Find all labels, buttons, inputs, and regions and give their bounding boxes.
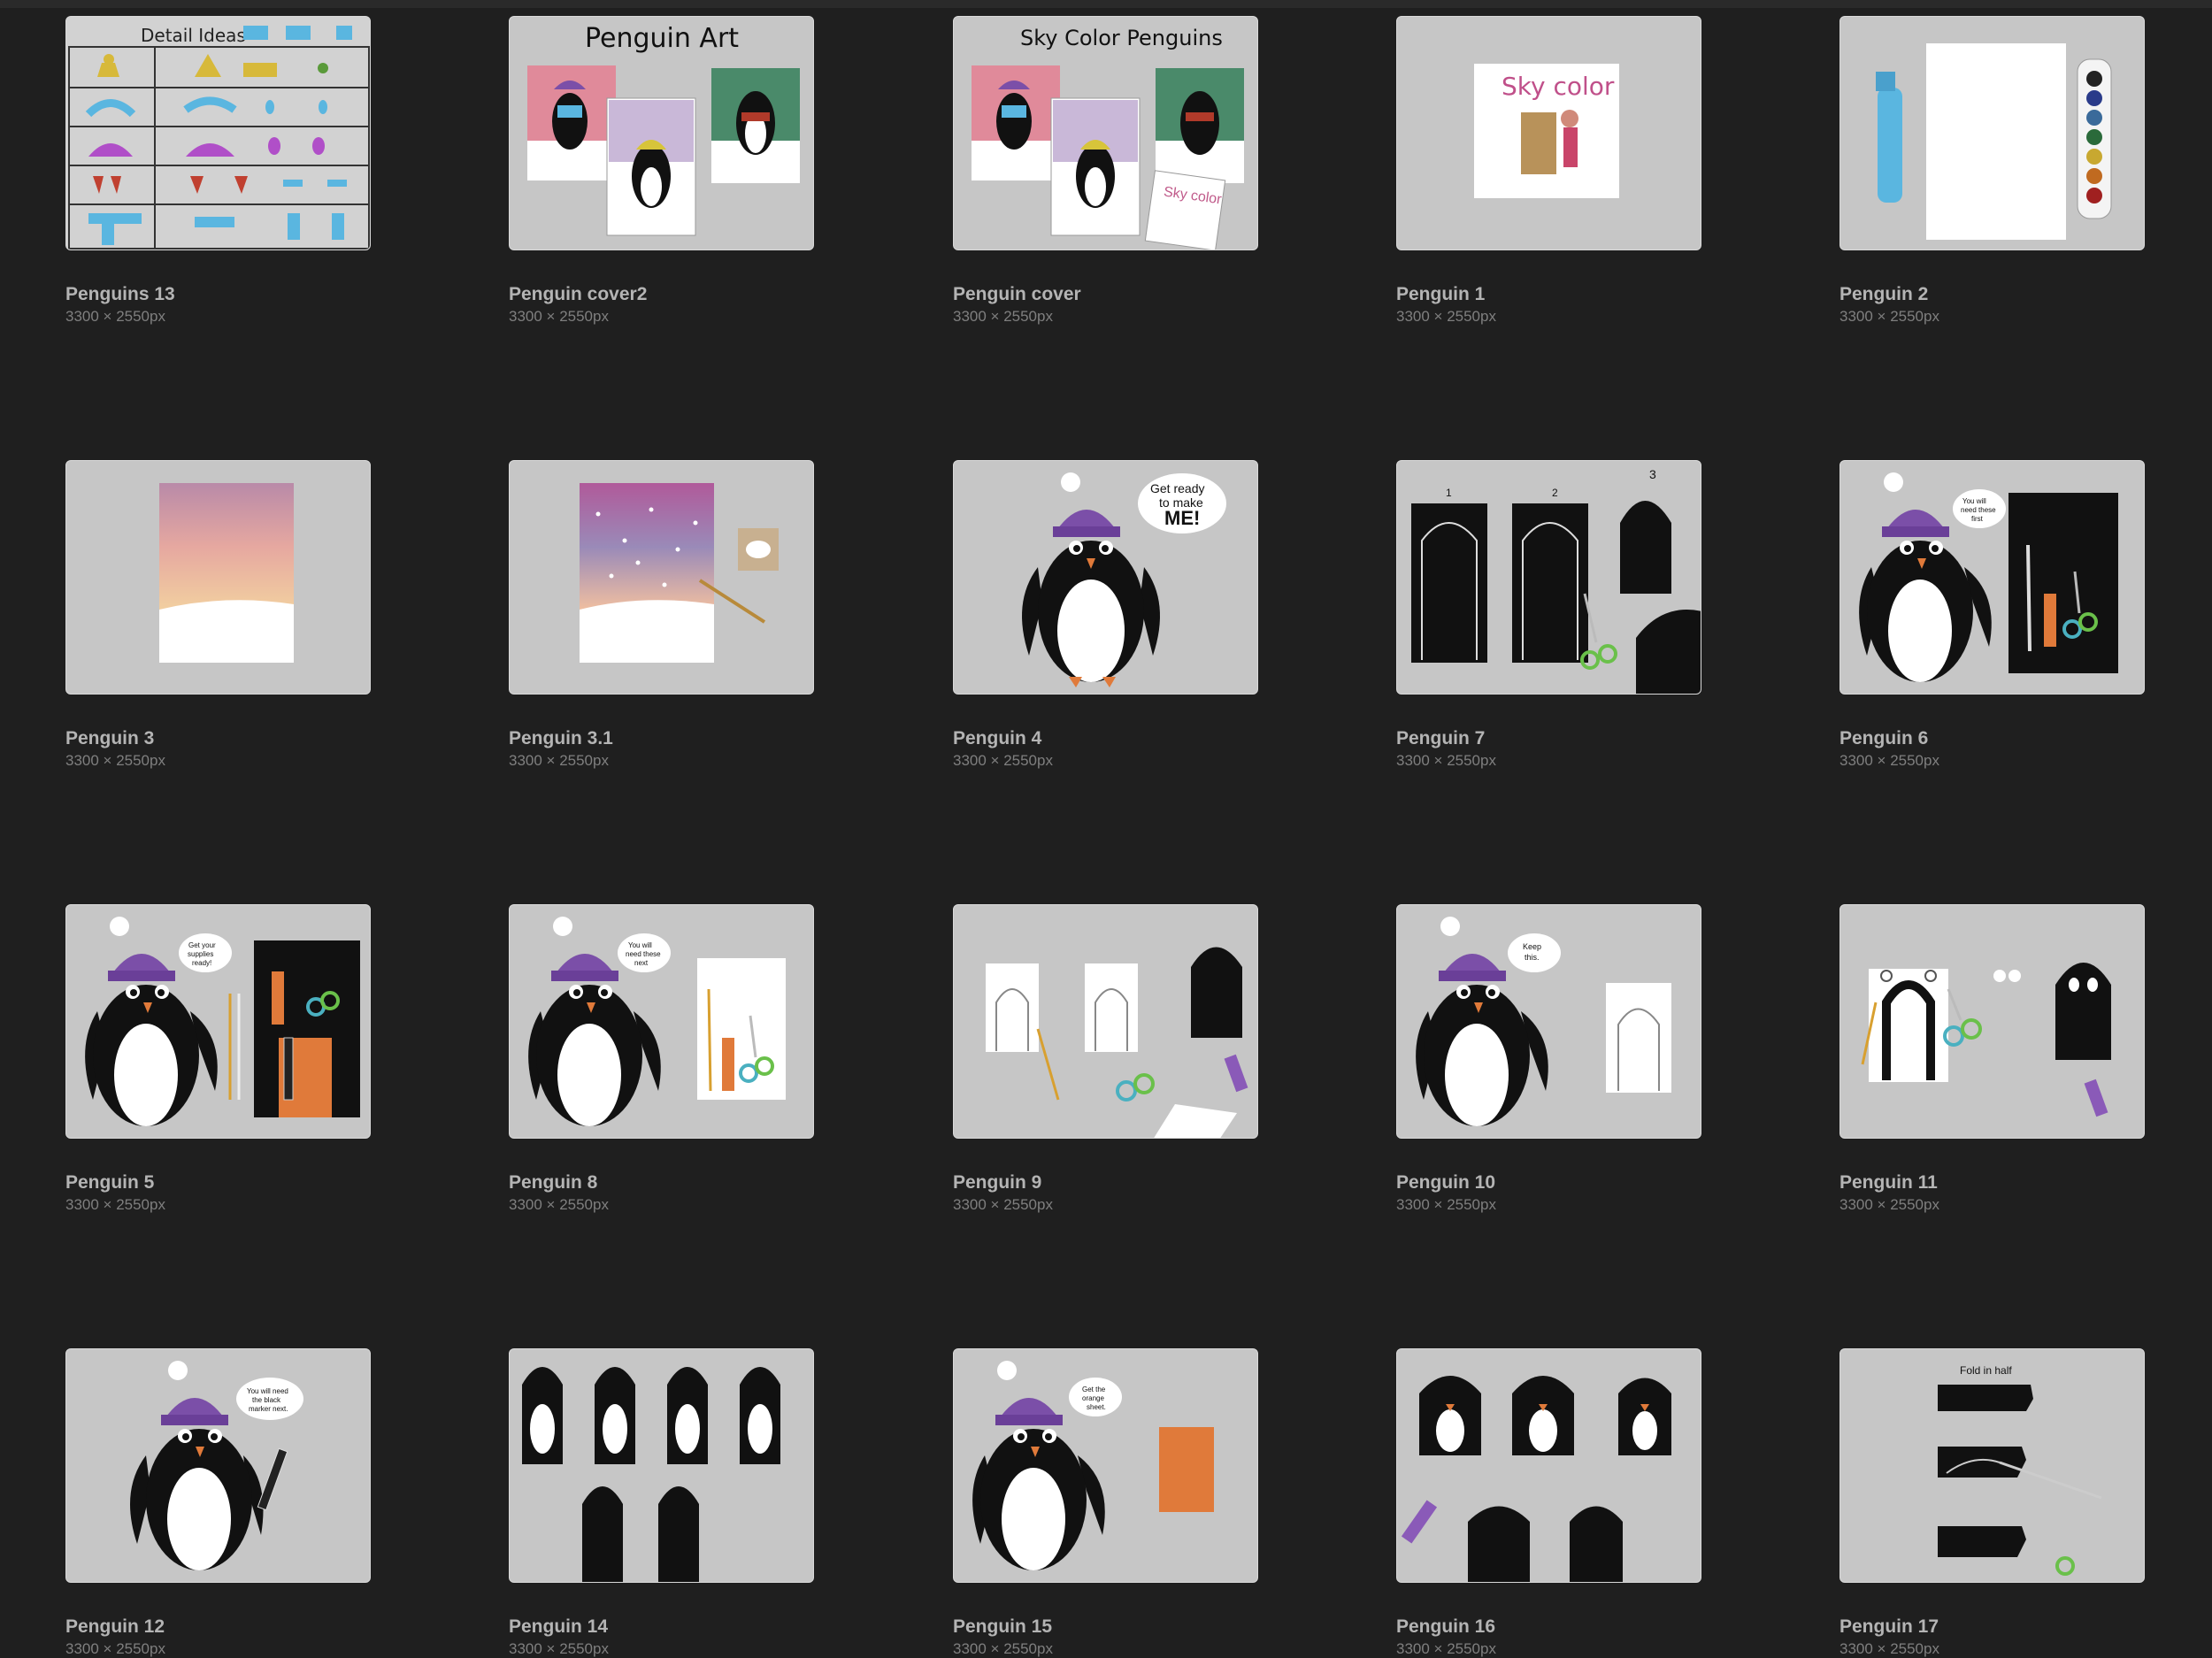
bubble-line: sheet. xyxy=(1087,1403,1106,1411)
thumbnail[interactable]: You will need the black marker next. xyxy=(65,1348,371,1583)
thumb-title: Detail Ideas xyxy=(141,25,246,46)
bubble-line: need these xyxy=(626,950,661,958)
bubble-line: marker next. xyxy=(249,1405,288,1413)
thumbnail[interactable]: Detail Ideas xyxy=(65,16,371,250)
bubble-line: ME! xyxy=(1164,507,1200,529)
thumb-title: Penguin Art xyxy=(585,23,739,54)
thumbnail[interactable] xyxy=(1839,904,2145,1139)
bubble-line: You will xyxy=(1962,497,1986,505)
item-name: Penguin 2 xyxy=(1839,284,1929,304)
bubble-line: ready! xyxy=(192,959,211,967)
item-name: Penguins 13 xyxy=(65,284,175,304)
thumbnail[interactable] xyxy=(953,904,1258,1139)
item-name: Penguin 8 xyxy=(509,1172,598,1193)
item-name: Penguin cover xyxy=(953,284,1081,304)
item-dimensions: 3300 × 2550px xyxy=(509,752,609,769)
thumbnail[interactable]: Get the orange sheet. xyxy=(953,1348,1258,1583)
item-dimensions: 3300 × 2550px xyxy=(1839,1196,1939,1213)
item-name: Penguin 4 xyxy=(953,728,1042,748)
bubble-line: orange xyxy=(1082,1394,1104,1402)
item-dimensions: 3300 × 2550px xyxy=(65,1196,165,1213)
thumbnail[interactable]: Sky Color Penguins Sky color xyxy=(953,16,1258,250)
top-bar xyxy=(0,0,2212,8)
item-name: Penguin cover2 xyxy=(509,284,648,304)
bubble-line: this. xyxy=(1525,953,1540,962)
item-name: Penguin 1 xyxy=(1396,284,1486,304)
item-name: Penguin 3.1 xyxy=(509,728,613,748)
item-dimensions: 3300 × 2550px xyxy=(509,308,609,325)
thumbnail[interactable]: Penguin Art xyxy=(509,16,814,250)
item-name: Penguin 9 xyxy=(953,1172,1042,1193)
bubble-line: Get your xyxy=(188,941,216,949)
item-name: Penguin 7 xyxy=(1396,728,1486,748)
thumbnail[interactable]: 1 2 3 xyxy=(1396,460,1701,695)
bubble-line: Get ready xyxy=(1150,481,1204,495)
thumbnail[interactable] xyxy=(509,1348,814,1583)
step-number: 1 xyxy=(1446,487,1452,499)
bubble-line: first xyxy=(1971,515,1984,523)
item-dimensions: 3300 × 2550px xyxy=(953,308,1053,325)
item-name: Penguin 12 xyxy=(65,1616,165,1637)
orange-sheet xyxy=(1159,1427,1214,1512)
thumb-title: Sky Color Penguins xyxy=(1020,26,1223,50)
item-dimensions: 3300 × 2550px xyxy=(1396,752,1496,769)
thumbnail[interactable]: You will need these next xyxy=(509,904,814,1139)
item-dimensions: 3300 × 2550px xyxy=(509,1640,609,1657)
item-name: Penguin 3 xyxy=(65,728,155,748)
bubble-line: Keep xyxy=(1523,942,1541,951)
bubble-line: next xyxy=(634,959,649,967)
item-name: Penguin 6 xyxy=(1839,728,1929,748)
spray-bottle-icon xyxy=(1878,88,1902,203)
bubble-line: You will need xyxy=(247,1387,288,1395)
item-dimensions: 3300 × 2550px xyxy=(65,308,165,325)
bubble-line: supplies xyxy=(188,950,213,958)
bubble-line: Get the xyxy=(1082,1386,1106,1393)
item-dimensions: 3300 × 2550px xyxy=(1839,1640,1939,1657)
item-dimensions: 3300 × 2550px xyxy=(953,1196,1053,1213)
thumb-caption: Fold in half xyxy=(1960,1364,2012,1377)
item-dimensions: 3300 × 2550px xyxy=(1396,1196,1496,1213)
bubble-line: the black xyxy=(252,1396,281,1404)
item-dimensions: 3300 × 2550px xyxy=(1839,752,1939,769)
item-dimensions: 3300 × 2550px xyxy=(1839,308,1939,325)
step-number: 3 xyxy=(1649,467,1656,481)
item-dimensions: 3300 × 2550px xyxy=(65,1640,165,1657)
item-name: Penguin 16 xyxy=(1396,1616,1496,1637)
book-title: Sky color xyxy=(1502,72,1615,101)
item-name: Penguin 5 xyxy=(65,1172,155,1193)
item-dimensions: 3300 × 2550px xyxy=(953,752,1053,769)
item-dimensions: 3300 × 2550px xyxy=(509,1196,609,1213)
item-name: Penguin 15 xyxy=(953,1616,1053,1637)
item-name: Penguin 11 xyxy=(1839,1172,1938,1193)
bubble-line: You will xyxy=(628,941,652,949)
thumbnail[interactable] xyxy=(1396,1348,1701,1583)
thumbnail[interactable]: Keep this. xyxy=(1396,904,1701,1139)
thumbnail[interactable] xyxy=(65,460,371,695)
thumbnail[interactable]: Get your supplies ready! xyxy=(65,904,371,1139)
glue-stick-icon xyxy=(2044,594,2056,647)
bubble-line: need these xyxy=(1961,506,1996,514)
thumbnail[interactable]: Fold in half xyxy=(1839,1348,2145,1583)
thumbnail[interactable]: You will need these first xyxy=(1839,460,2145,695)
thumbnail[interactable]: Sky color xyxy=(1396,16,1701,250)
item-name: Penguin 14 xyxy=(509,1616,609,1637)
item-dimensions: 3300 × 2550px xyxy=(1396,1640,1496,1657)
item-name: Penguin 17 xyxy=(1839,1616,1939,1637)
thumbnail[interactable]: Get ready to make ME! xyxy=(953,460,1258,695)
item-dimensions: 3300 × 2550px xyxy=(65,752,165,769)
thumbnail[interactable] xyxy=(1839,16,2145,250)
item-dimensions: 3300 × 2550px xyxy=(1396,308,1496,325)
thumbnail[interactable] xyxy=(509,460,814,695)
item-dimensions: 3300 × 2550px xyxy=(953,1640,1053,1657)
step-number: 2 xyxy=(1552,487,1558,499)
item-name: Penguin 10 xyxy=(1396,1172,1496,1193)
